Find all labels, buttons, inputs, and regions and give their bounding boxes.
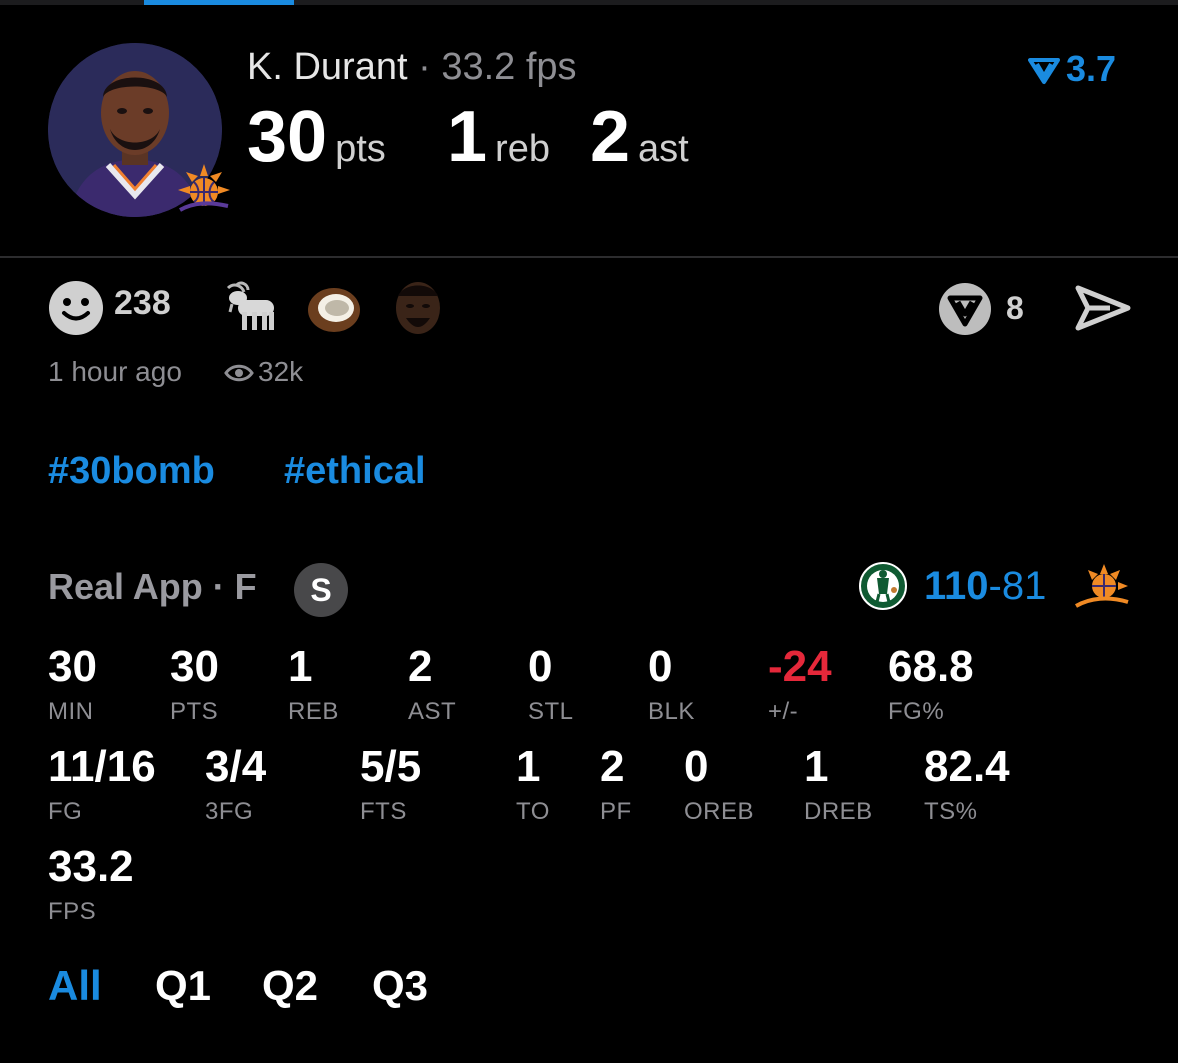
view-count-value: 32k xyxy=(258,356,304,387)
stat-label: FG% xyxy=(888,698,945,725)
stat-value-dreb: 1 xyxy=(804,742,829,791)
stat-label: 3FG xyxy=(205,798,254,825)
status-badge: S xyxy=(294,563,348,617)
stat-value-fts: 5/5 xyxy=(360,742,422,791)
top-tab-indicator xyxy=(144,0,294,5)
stat-label: FTS xyxy=(360,798,407,825)
tab-q1[interactable]: Q1 xyxy=(155,962,211,1010)
suns-logo-small-icon[interactable] xyxy=(1074,562,1130,612)
stat-label: TS% xyxy=(924,798,978,825)
score-away: 81 xyxy=(1001,564,1047,608)
stat-label: MIN xyxy=(48,698,94,725)
stat-label: FG xyxy=(48,798,83,825)
name-separator: · xyxy=(418,46,431,88)
hashtag-30bomb[interactable]: #30bomb xyxy=(48,450,215,493)
stat-label: PF xyxy=(600,798,632,825)
hashtag-ethical[interactable]: #ethical xyxy=(284,450,426,493)
comment-count: 8 xyxy=(1006,290,1024,326)
celtics-logo-icon[interactable] xyxy=(858,560,908,616)
stat-label: OREB xyxy=(684,798,755,825)
stat-value-fps: 33.2 xyxy=(48,842,134,891)
stat-value-fg: 11/16 xyxy=(48,742,156,791)
score-home: 110 xyxy=(924,564,989,608)
goat-emoji-icon[interactable] xyxy=(222,278,278,334)
share-send-icon[interactable] xyxy=(1074,284,1132,332)
game-title[interactable]: Real App · F xyxy=(48,566,257,608)
big-stat-unit: reb xyxy=(495,128,550,170)
smiley-react-icon[interactable] xyxy=(48,280,104,336)
big-stat-value: 2 xyxy=(590,97,631,177)
suns-logo-icon xyxy=(178,164,230,212)
fps-summary: 33.2 fps xyxy=(441,46,577,88)
stat-value-blk: 0 xyxy=(648,642,673,691)
big-stat-points: 30 pts xyxy=(247,96,386,178)
tab-all[interactable]: All xyxy=(48,962,102,1010)
game-score[interactable]: 110-81 xyxy=(924,564,1046,609)
stat-label: AST xyxy=(408,698,457,725)
tab-q2[interactable]: Q2 xyxy=(262,962,318,1010)
big-stat-value: 1 xyxy=(447,97,488,177)
view-count: 32k xyxy=(224,356,303,388)
big-stat-unit: ast xyxy=(638,128,689,170)
stat-label: REB xyxy=(288,698,339,725)
stat-value-fg: 68.8 xyxy=(888,642,974,691)
stat-label: STL xyxy=(528,698,574,725)
stat-value-ts: 82.4 xyxy=(924,742,1010,791)
stat-label: FPS xyxy=(48,898,97,925)
big-stat-unit: pts xyxy=(335,128,386,170)
stat-value-reb: 1 xyxy=(288,642,313,691)
score-dash: - xyxy=(988,564,1002,608)
stat-value-3fg: 3/4 xyxy=(205,742,267,791)
rating-value: 3.7 xyxy=(1066,48,1117,89)
big-stat-assists: 2 ast xyxy=(590,96,689,178)
stat-value-pf: 2 xyxy=(600,742,625,791)
stat-value-stl: 0 xyxy=(528,642,553,691)
header-divider xyxy=(0,256,1178,258)
rating-badge[interactable]: 3.7 xyxy=(1028,48,1116,90)
stat-label: DREB xyxy=(804,798,873,825)
player-name[interactable]: K. Durant xyxy=(247,46,408,88)
stat-value-: -24 xyxy=(768,642,832,691)
post-time: 1 hour ago xyxy=(48,356,182,387)
tab-q3[interactable]: Q3 xyxy=(372,962,428,1010)
coconut-emoji-icon[interactable] xyxy=(306,280,362,336)
stat-value-oreb: 0 xyxy=(684,742,709,791)
big-stat-rebounds: 1 reb xyxy=(447,96,550,178)
stat-value-to: 1 xyxy=(516,742,541,791)
stat-label: PTS xyxy=(170,698,219,725)
stat-value-ast: 2 xyxy=(408,642,433,691)
player-name-line: K. Durant · 33.2 fps xyxy=(247,46,577,89)
stat-label: BLK xyxy=(648,698,695,725)
stat-label: TO xyxy=(516,798,550,825)
comment-logo-icon[interactable] xyxy=(938,282,992,336)
reaction-count: 238 xyxy=(114,284,171,322)
player-face-emoji-icon[interactable] xyxy=(390,280,446,336)
stat-value-min: 30 xyxy=(48,642,97,691)
stat-value-pts: 30 xyxy=(170,642,219,691)
big-stat-value: 30 xyxy=(247,97,328,177)
stat-label: +/- xyxy=(768,698,799,725)
real-logo-icon xyxy=(1028,58,1060,85)
eye-icon xyxy=(224,364,254,382)
